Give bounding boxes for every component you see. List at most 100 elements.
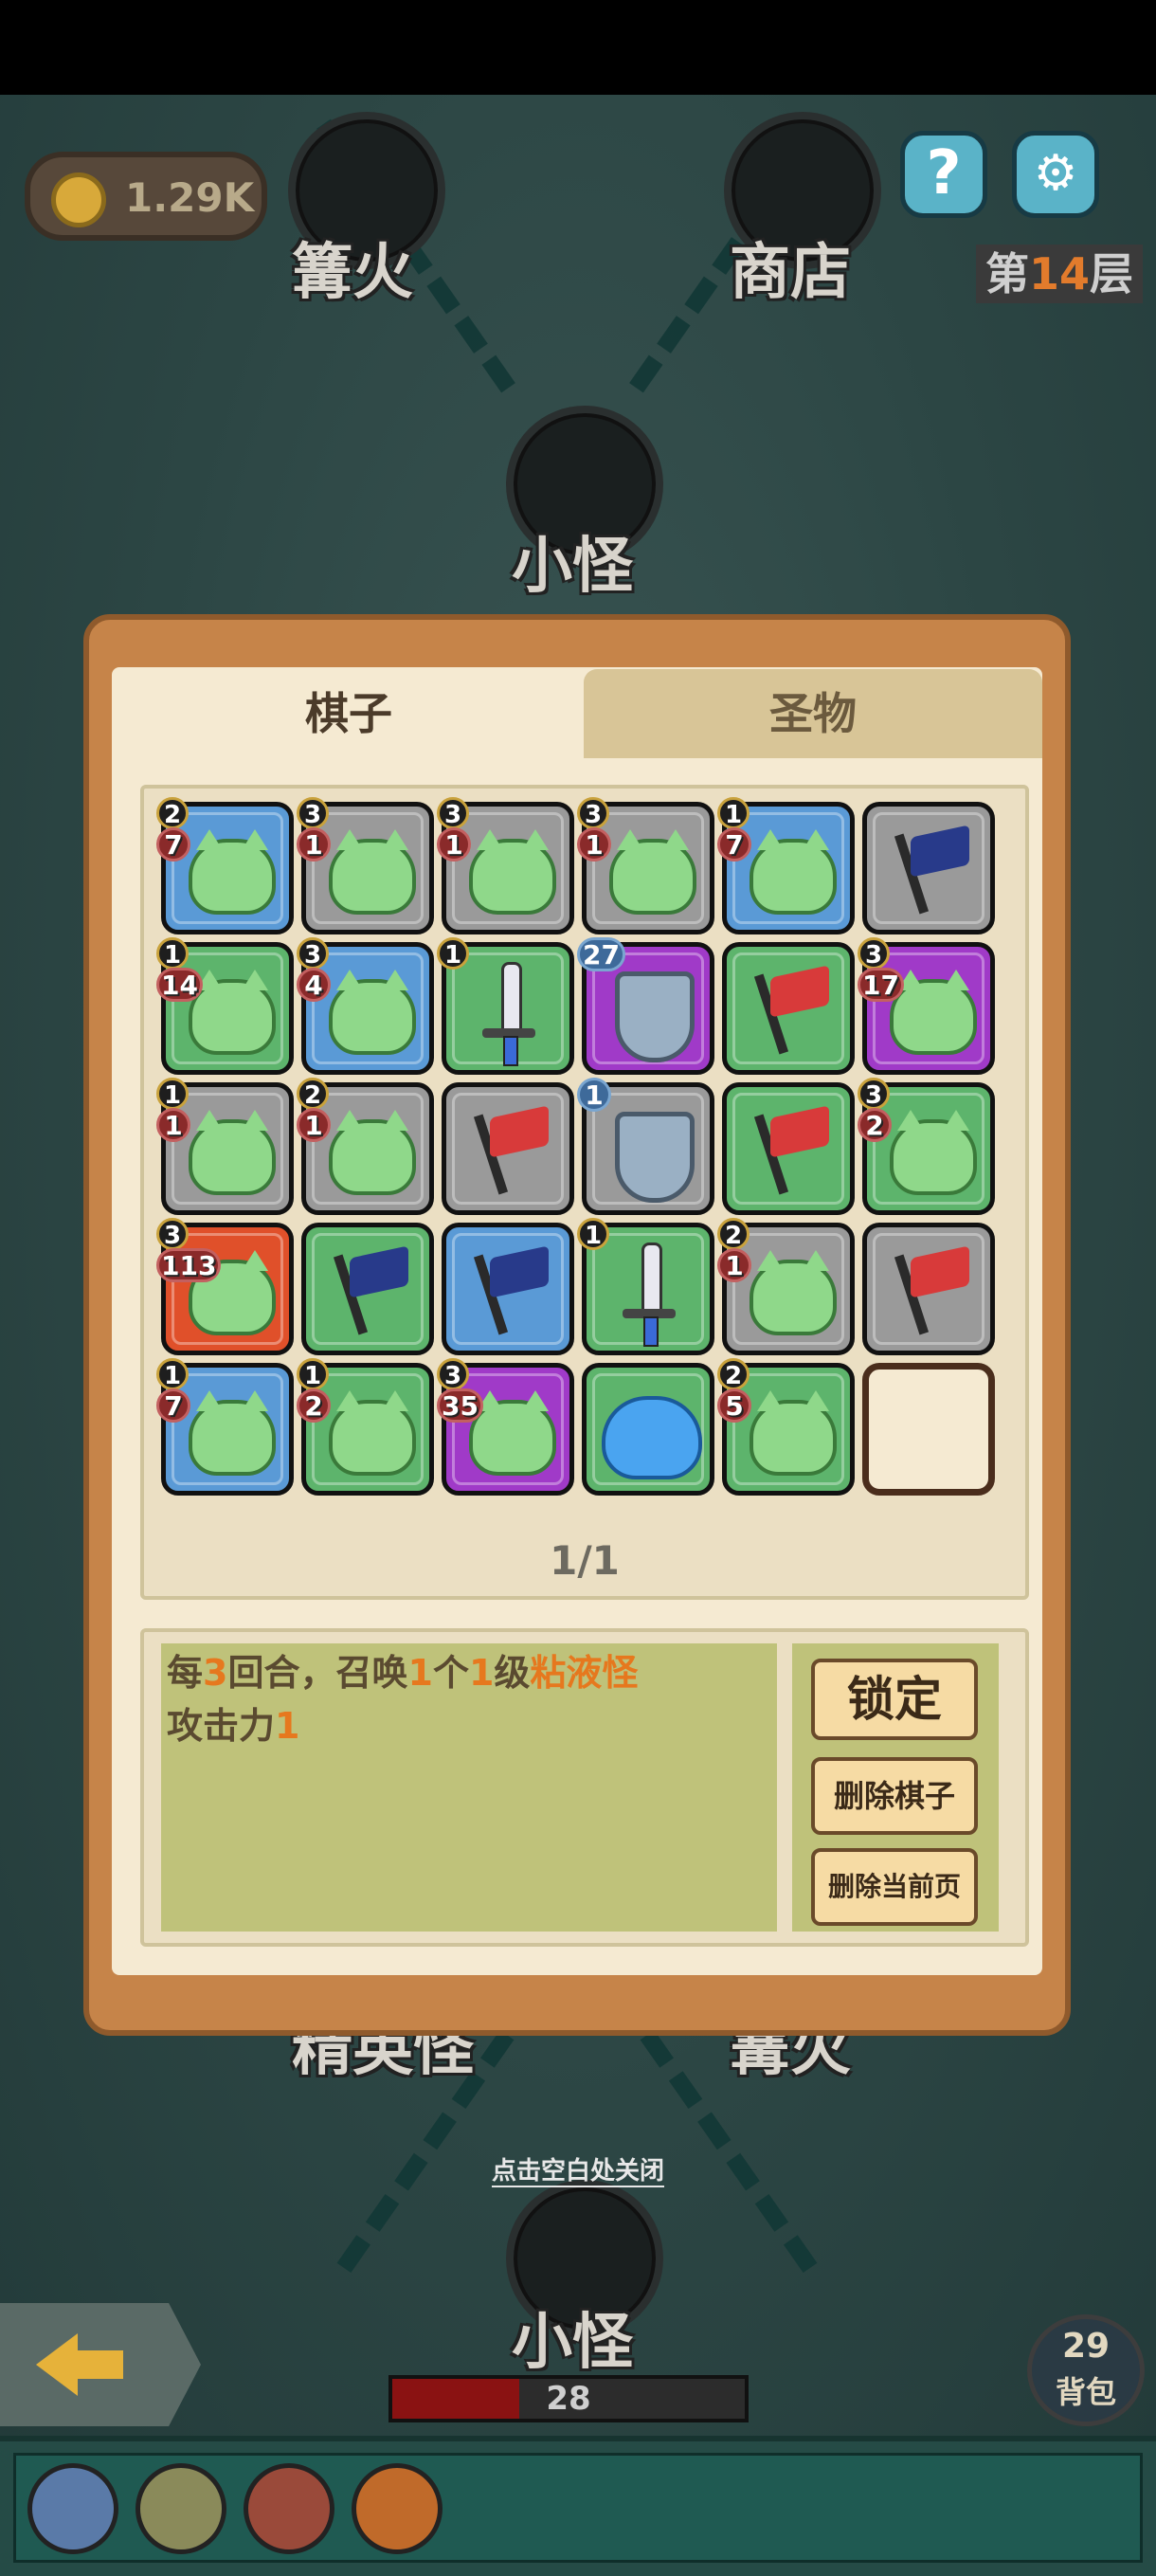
piece-level-badge: 3 [858, 1078, 890, 1110]
slime-icon [750, 1390, 837, 1476]
piece-cell[interactable] [582, 1363, 714, 1496]
piece-cell[interactable]: 3 113 [156, 1218, 294, 1355]
piece-level-badge: 3 [437, 797, 469, 829]
delete-page-button[interactable]: 删除当前页 [811, 1848, 978, 1926]
piece-value-badge: 7 [156, 827, 190, 862]
arrow-left-icon [36, 2333, 78, 2396]
desc-text: 攻击力 [167, 1705, 276, 1747]
piece-level-badge: 1 [437, 937, 469, 970]
tab-pieces[interactable]: 棋子 [114, 669, 584, 758]
piece-level-badge: 1 [156, 1078, 189, 1110]
piece-cell[interactable]: 27 [156, 797, 294, 934]
piece-cell[interactable]: 17 [156, 1358, 294, 1496]
desc-text: 级 [494, 1652, 531, 1694]
piece-level-badge: 2 [297, 1078, 329, 1110]
slime-icon [750, 829, 837, 915]
pieces-dialog: 棋子 圣物 2 7 3 1 3 1 3 1 1 7 1 14 3 4 1 27 3 17 1 1 2 1 1 3 2 3 113 1 2… [83, 614, 1071, 2036]
piece-cell[interactable] [442, 1082, 574, 1215]
piece-cell[interactable]: 1 [577, 1218, 714, 1355]
slime-icon [890, 1110, 977, 1195]
piece-cell[interactable]: 1 [577, 1078, 714, 1215]
piece-cell[interactable]: 25 [717, 1358, 855, 1496]
desc-text: 回合，召唤 [227, 1652, 408, 1694]
piece-cell[interactable]: 21 [297, 1078, 434, 1215]
piece-cell[interactable]: 31 [437, 797, 574, 934]
slime-icon [189, 1390, 276, 1476]
piece-cell[interactable] [862, 1223, 995, 1355]
piece-level-badge: 2 [156, 797, 189, 829]
piece-cell[interactable]: 31 [297, 797, 434, 934]
slime-icon [189, 1110, 276, 1195]
piece-value-badge: 1 [297, 1108, 331, 1142]
status-bar [0, 0, 1156, 95]
piece-value-badge: 5 [717, 1388, 751, 1423]
piece-value-badge: 1 [717, 1248, 751, 1282]
piece-level-badge: 2 [717, 1218, 750, 1250]
lock-button[interactable]: 锁定 [811, 1659, 978, 1740]
desc-text: 每 [167, 1652, 204, 1694]
backpack-count: 29 [1061, 2327, 1111, 2366]
slime-icon [609, 829, 696, 915]
relic-strip [13, 2453, 1143, 2563]
piece-cell[interactable]: 31 [577, 797, 714, 934]
map-node-label: 小怪 [512, 532, 633, 602]
piece-cell[interactable] [862, 802, 995, 934]
piece-cell[interactable]: 27 [577, 937, 714, 1075]
piece-cell[interactable]: 1 [437, 937, 574, 1075]
tab-relics[interactable]: 圣物 [584, 669, 1042, 758]
piece-cell[interactable]: 3 17 [858, 937, 995, 1075]
piece-cell[interactable]: 32 [858, 1078, 995, 1215]
piece-value-badge: 4 [297, 968, 331, 1002]
gold-counter: 1.29K [25, 152, 267, 241]
rain-cloud-relic-icon[interactable] [135, 2463, 226, 2554]
piece-cell[interactable] [722, 1082, 855, 1215]
piece-cell[interactable]: 11 [156, 1078, 294, 1215]
slime-icon [189, 829, 276, 915]
action-buttons: 锁定 删除棋子 删除当前页 [792, 1643, 999, 1932]
piece-level-badge: 1 [717, 797, 750, 829]
piece-level-badge: 3 [577, 797, 609, 829]
piece-cell[interactable]: 3 35 [437, 1358, 574, 1496]
red-beast-relic-icon[interactable] [244, 2463, 334, 2554]
desc-text: 个 [432, 1652, 469, 1694]
piece-value-badge: 2 [297, 1388, 331, 1423]
delete-piece-button[interactable]: 删除棋子 [811, 1757, 978, 1835]
piece-cell[interactable] [442, 1223, 574, 1355]
help-button[interactable]: ? [900, 131, 987, 218]
sword-icon [641, 1243, 662, 1316]
piece-cell[interactable] [301, 1223, 434, 1355]
feather-sword-relic-icon[interactable] [27, 2463, 118, 2554]
gold-value: 1.29K [125, 174, 255, 221]
desc-highlight: 3 [203, 1652, 228, 1694]
gear-icon: ⚙ [1033, 145, 1078, 202]
backpack-button[interactable]: 29 背包 [1027, 2314, 1145, 2426]
floor-suffix: 层 [1090, 248, 1133, 299]
map-node-label: 篝火 [292, 238, 413, 308]
floor-prefix: 第 [984, 248, 1029, 299]
settings-button[interactable]: ⚙ [1012, 131, 1099, 218]
piece-cell[interactable] [722, 942, 855, 1075]
description-panel: 每3回合，召唤1个1级粘液怪 攻击力1 锁定 删除棋子 删除当前页 [140, 1628, 1029, 1947]
fire-totem-relic-icon[interactable] [352, 2463, 443, 2554]
piece-level-badge: 3 [858, 937, 890, 970]
piece-level-badge: 3 [297, 937, 329, 970]
sword-hilt [643, 1316, 659, 1347]
piece-cell[interactable]: 34 [297, 937, 434, 1075]
sword-icon [501, 962, 522, 1036]
piece-value-badge: 7 [156, 1388, 190, 1423]
piece-level-badge: 1 [297, 1358, 329, 1390]
slime-icon [329, 829, 416, 915]
backpack-label: 背包 [1055, 2374, 1116, 2410]
piece-cell[interactable]: 1 14 [156, 937, 294, 1075]
back-button[interactable] [0, 2303, 201, 2426]
piece-cell[interactable]: 21 [717, 1218, 855, 1355]
sword-hilt [503, 1036, 518, 1066]
piece-cell[interactable]: 12 [297, 1358, 434, 1496]
piece-value-badge: 1 [577, 827, 611, 862]
empty-slot[interactable] [862, 1363, 995, 1496]
piece-level-badge: 3 [437, 1358, 469, 1390]
desc-highlight: 粘液怪 [530, 1652, 639, 1694]
close-hint[interactable]: 点击空白处关闭 [0, 2151, 1156, 2187]
slime-icon [750, 1250, 837, 1335]
piece-cell[interactable]: 17 [717, 797, 855, 934]
